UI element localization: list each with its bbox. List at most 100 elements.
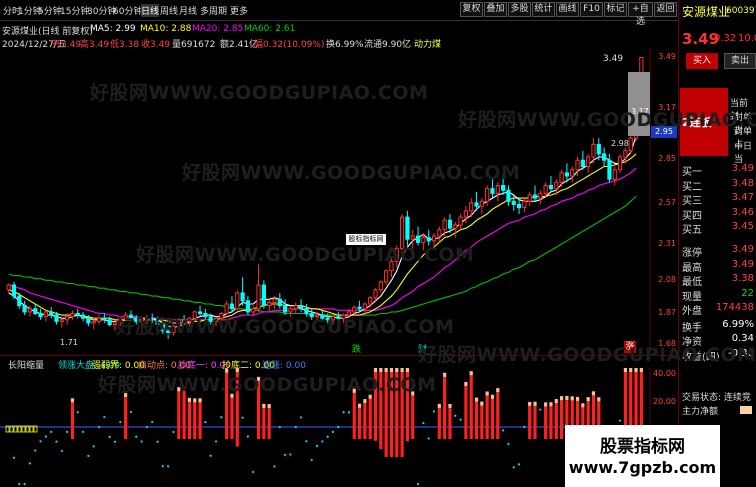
indicator-bar	[474, 401, 479, 439]
watermark-1: 好股网WWW.GOODGUPIAO.COM	[90, 82, 429, 104]
stat-row-1-label: 最高	[682, 262, 702, 274]
indicator-bar-cap	[581, 403, 585, 408]
indicator-dot	[7, 425, 10, 429]
sell-button[interactable]: 卖出	[724, 53, 756, 69]
indicator-dot	[204, 421, 207, 424]
stat-row-0-value: 3.49	[731, 244, 754, 255]
candle-body	[267, 301, 272, 307]
toolbar-button-4[interactable]: 画线	[556, 2, 579, 17]
indicator-dot	[129, 410, 133, 414]
toolbar-button-3[interactable]: 统计	[532, 2, 555, 17]
toolbar-button-0[interactable]: 复权	[460, 2, 483, 17]
stat-row-5: 换手 6.99%	[682, 319, 754, 334]
stat-row-1-value: 3.49	[731, 258, 754, 270]
period-tab-10[interactable]: 更多	[230, 4, 248, 17]
indicator-dot	[23, 482, 26, 486]
ad-banner[interactable]: 股票指标网 www.7gpzb.com	[565, 425, 720, 487]
indicator-bar	[357, 407, 362, 439]
indicator-dot	[209, 454, 212, 457]
indicator-dot	[28, 462, 32, 465]
candle-body	[75, 312, 80, 316]
indicator-bar	[363, 403, 367, 439]
indicator-bar-cap	[70, 398, 75, 403]
indicator-bar-cap	[565, 395, 569, 400]
indicator-dot	[60, 449, 63, 453]
period-tab-9[interactable]: 多周期	[200, 4, 227, 17]
candle-body	[86, 317, 91, 324]
indicator-dot	[337, 425, 340, 429]
candle-body	[384, 270, 389, 283]
indicator-bar	[533, 405, 537, 439]
candle-body	[527, 194, 532, 202]
indicator-dot	[305, 440, 308, 443]
buy-button[interactable]: 买入	[686, 53, 718, 69]
order-row-0-label: 买一	[682, 167, 702, 178]
period-tab-3[interactable]: 15分钟	[60, 4, 89, 17]
indicator-dot	[18, 482, 21, 486]
candle-body	[70, 312, 75, 318]
toolbar-button-5[interactable]: F10	[580, 2, 603, 17]
indicator-dot	[294, 425, 297, 429]
stat-row-0-label: 涨停	[682, 248, 702, 259]
indicator-dot	[517, 463, 521, 466]
toolbar-button-2[interactable]: 多股	[508, 2, 531, 17]
candle-body	[38, 312, 43, 318]
candle-body	[91, 320, 96, 324]
candle-body	[373, 289, 378, 299]
indicator-bar-cap	[597, 397, 601, 402]
stat-row-5-label: 换手	[682, 322, 702, 334]
period-tab-2[interactable]: 5分钟	[38, 4, 62, 17]
indicator-dot	[135, 435, 138, 438]
candle-body	[586, 156, 591, 168]
order-row-4: 买五 3.45	[682, 221, 754, 236]
indicator-dot	[321, 440, 324, 443]
indicator-dot	[220, 416, 223, 419]
order-row-0-value: 3.49	[731, 163, 754, 174]
indicator-bar-cap	[559, 396, 564, 401]
indicator-bar	[554, 403, 558, 439]
toolbar-button-6[interactable]: 标记	[604, 2, 627, 17]
indicator-bar-cap	[198, 398, 202, 403]
ind-axis-20: 20.00	[653, 397, 676, 406]
max-marker-label: 3.49	[603, 54, 624, 64]
indicator-bar	[437, 407, 441, 439]
candle-body	[575, 159, 580, 171]
indicator-dot	[66, 430, 69, 433]
indicator-dot	[161, 465, 164, 468]
indicator-bar-cap	[528, 401, 532, 406]
indicator-dot	[140, 440, 143, 443]
indicator-dot	[34, 449, 37, 452]
indicator-dot	[92, 445, 95, 448]
indicator-bar	[262, 407, 266, 439]
candle-body	[554, 181, 559, 190]
indicator-dot	[167, 465, 170, 468]
candle-body	[442, 219, 447, 231]
indicator-bar	[559, 400, 564, 439]
stat-row-4: 外盘 174438	[682, 302, 754, 317]
candle-body	[591, 143, 596, 158]
stat-row-0: 涨停 3.49	[682, 244, 754, 259]
indicator-dot	[12, 456, 16, 459]
indicator-bar-cap	[496, 388, 500, 393]
period-tab-6[interactable]: 日线	[141, 4, 160, 17]
indicator-bar-cap	[469, 371, 473, 376]
toolbar-button-7[interactable]: +自选	[628, 2, 653, 27]
candle-body	[235, 292, 240, 310]
indicator-bar	[187, 401, 192, 439]
price-axis-tick-4: 2.31	[658, 238, 676, 248]
candle-body	[54, 314, 59, 322]
indicator-dot	[432, 410, 436, 413]
period-tab-7[interactable]: 周线	[160, 4, 178, 17]
candle-body	[368, 297, 373, 305]
candle-body	[516, 203, 522, 209]
period-tab-5[interactable]: 60分钟	[113, 4, 142, 17]
toolbar-button-8[interactable]: 返回	[654, 2, 677, 17]
period-tab-8[interactable]: 月线	[179, 4, 197, 17]
indicator-bar	[124, 397, 128, 439]
candle-body	[538, 192, 543, 199]
candle-body	[437, 229, 442, 237]
toolbar-button-1[interactable]: 叠加	[484, 2, 507, 17]
indicator-bar-cap	[586, 397, 590, 402]
indicator-dot	[50, 430, 53, 433]
price-axis-tick-5: 2.08	[658, 275, 676, 285]
